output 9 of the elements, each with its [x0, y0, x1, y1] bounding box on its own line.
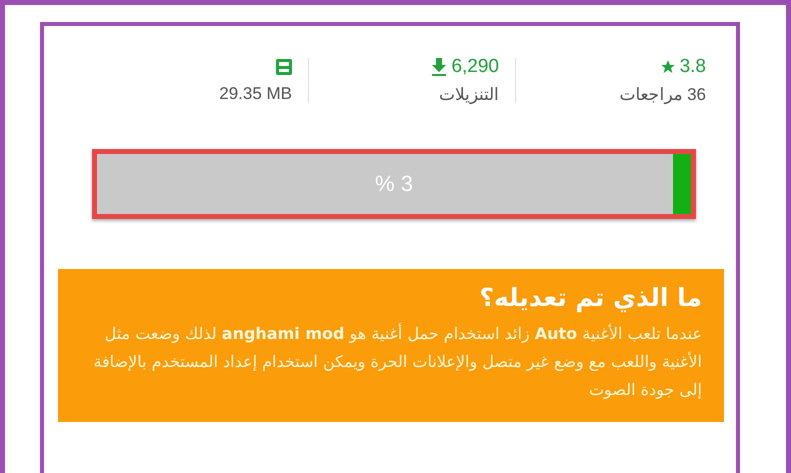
stat-value: 3.8 — [680, 56, 706, 78]
stat-label: 29.35 MB — [219, 84, 292, 104]
download-icon — [431, 58, 448, 76]
save-icon — [276, 59, 292, 75]
stat-value: 6,290 — [451, 56, 499, 78]
star-icon — [660, 59, 676, 75]
stat-label: التنزيلات — [439, 84, 499, 105]
changes-title: ما الذي تم تعديله؟ — [478, 283, 702, 312]
stat-label: 36 مراجعات — [619, 84, 706, 105]
